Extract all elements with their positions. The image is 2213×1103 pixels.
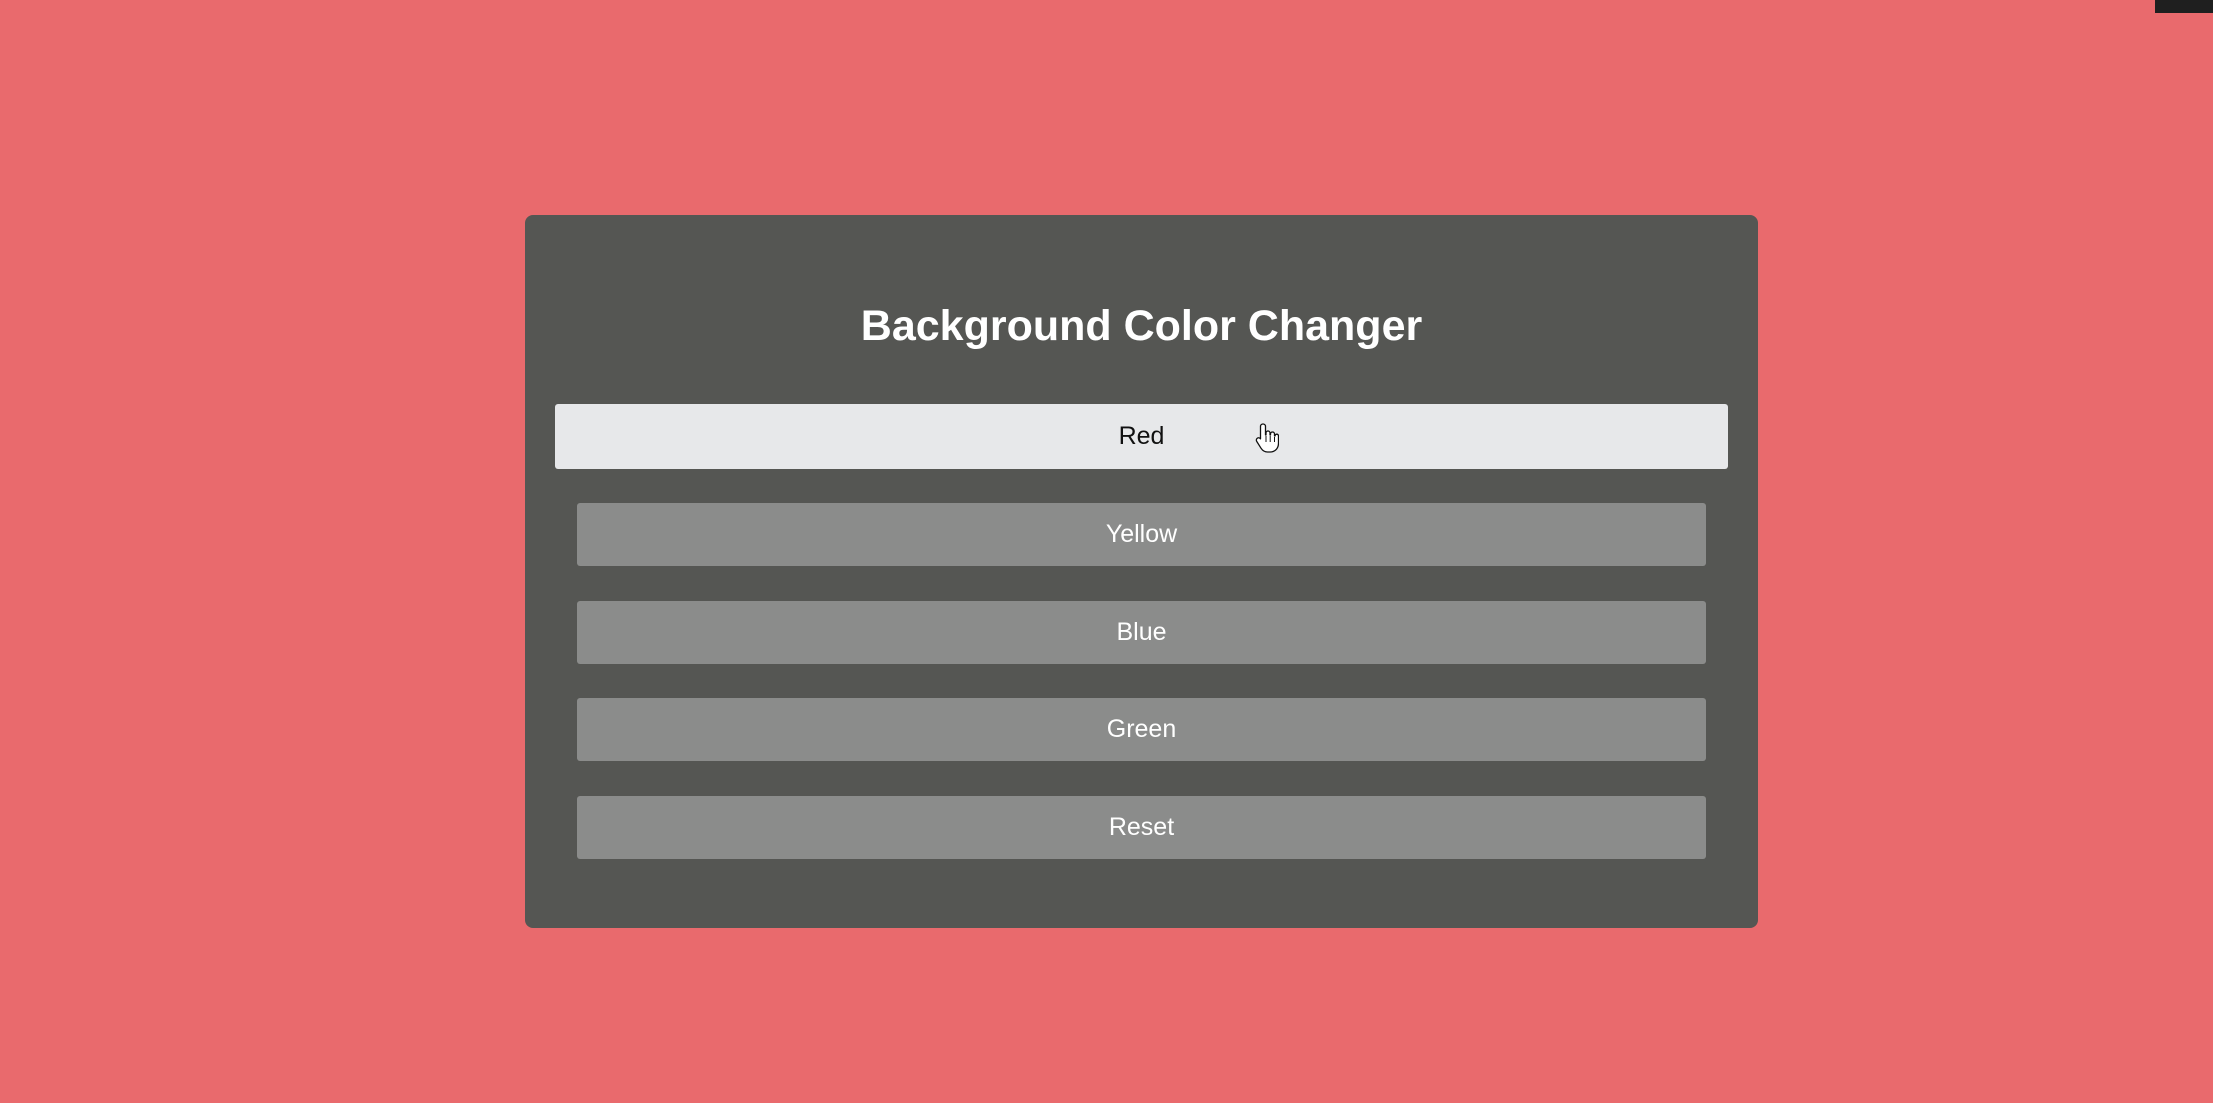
color-changer-panel: Background Color Changer Red Yellow Blue… <box>525 215 1758 928</box>
reset-button[interactable]: Reset <box>577 796 1706 859</box>
corner-widget <box>2155 0 2213 13</box>
hand-pointer-icon <box>1255 423 1279 453</box>
yellow-button[interactable]: Yellow <box>577 503 1706 566</box>
green-button[interactable]: Green <box>577 698 1706 761</box>
page-title: Background Color Changer <box>860 302 1423 350</box>
red-button[interactable]: Red <box>555 404 1728 469</box>
blue-button[interactable]: Blue <box>577 601 1706 664</box>
